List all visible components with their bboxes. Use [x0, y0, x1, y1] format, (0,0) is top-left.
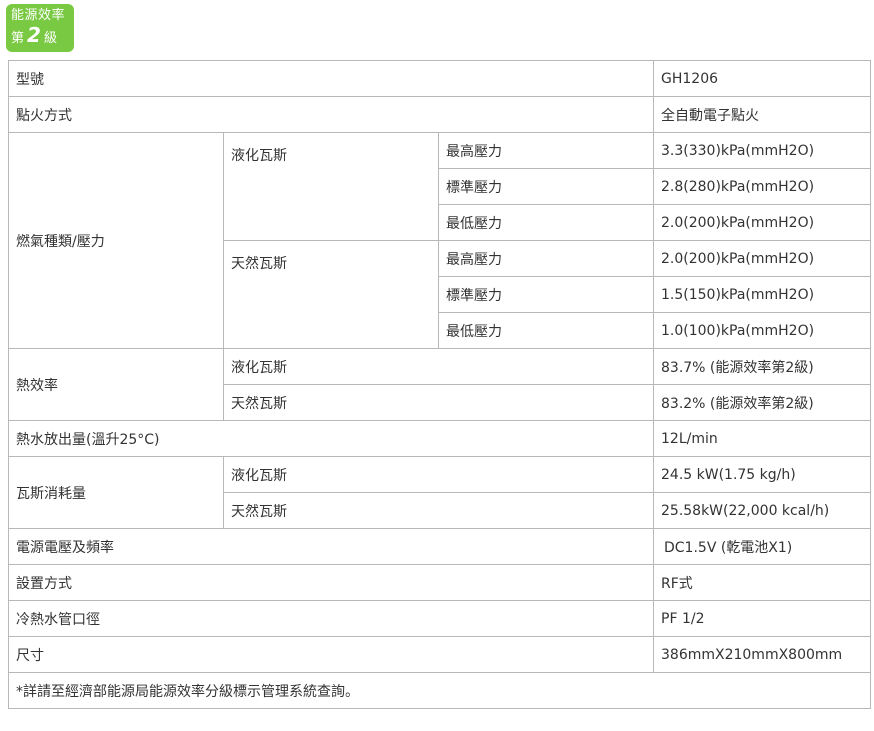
dimensions-value: 386mmX210mmX800mm: [653, 636, 871, 673]
consumption-ng-label: 天然瓦斯: [223, 492, 654, 529]
power-value: DC1.5V (乾電池X1): [653, 528, 871, 565]
ng-pressure-high-label: 最高壓力: [438, 240, 654, 277]
table-row: 尺寸 386mmX210mmX800mm: [8, 636, 871, 673]
badge-prefix: 第: [11, 31, 25, 46]
lpg-pressure-low-label: 最低壓力: [438, 204, 654, 241]
efficiency-label: 熱效率: [8, 348, 224, 421]
table-row: *詳請至經濟部能源局能源效率分級標示管理系統查詢。: [8, 672, 871, 709]
lpg-pressure-low-value: 2.0(200)kPa(mmH2O): [653, 204, 871, 241]
spec-table: 型號 GH1206 點火方式 全自動電子點火 燃氣種類/壓力 液化瓦斯 最高壓力…: [8, 60, 871, 709]
ignition-value: 全自動電子點火: [653, 96, 871, 133]
ng-pressure-std-value: 1.5(150)kPa(mmH2O): [653, 276, 871, 313]
efficiency-lpg-value: 83.7% (能源效率第2級): [653, 348, 871, 385]
pipe-size-value: PF 1/2: [653, 600, 871, 637]
gas-consumption-label: 瓦斯消耗量: [8, 456, 224, 529]
consumption-lpg-label: 液化瓦斯: [223, 456, 654, 493]
lpg-label: 液化瓦斯: [223, 132, 439, 241]
model-value: GH1206: [653, 60, 871, 97]
table-row: 熱水放出量(溫升25°C) 12L/min: [8, 420, 871, 457]
hot-water-label: 熱水放出量(溫升25°C): [8, 420, 654, 457]
ng-pressure-high-value: 2.0(200)kPa(mmH2O): [653, 240, 871, 277]
lpg-pressure-high-label: 最高壓力: [438, 132, 654, 169]
energy-efficiency-badge: 能源效率 第 2 級: [6, 4, 74, 52]
ng-pressure-std-label: 標準壓力: [438, 276, 654, 313]
hot-water-value: 12L/min: [653, 420, 871, 457]
dimensions-label: 尺寸: [8, 636, 654, 673]
footnote: *詳請至經濟部能源局能源效率分級標示管理系統查詢。: [8, 672, 871, 709]
gas-type-pressure-label: 燃氣種類/壓力: [8, 132, 224, 349]
badge-grade-row: 第 2 級: [11, 24, 74, 50]
lpg-pressure-high-value: 3.3(330)kPa(mmH2O): [653, 132, 871, 169]
ng-pressure-low-label: 最低壓力: [438, 312, 654, 349]
install-label: 設置方式: [8, 564, 654, 601]
table-row: 瓦斯消耗量 液化瓦斯 24.5 kW(1.75 kg/h): [8, 456, 871, 529]
table-row: 燃氣種類/壓力 液化瓦斯 最高壓力 3.3(330)kPa(mmH2O): [8, 132, 871, 349]
table-row: 熱效率 液化瓦斯 83.7% (能源效率第2級): [8, 348, 871, 421]
efficiency-ng-value: 83.2% (能源效率第2級): [653, 384, 871, 421]
ng-label: 天然瓦斯: [223, 240, 439, 349]
table-row: 設置方式 RF式: [8, 564, 871, 601]
consumption-ng-value: 25.58kW(22,000 kcal/h): [653, 492, 871, 529]
efficiency-ng-label: 天然瓦斯: [223, 384, 654, 421]
badge-suffix: 級: [43, 31, 57, 46]
power-label: 電源電壓及頻率: [8, 528, 654, 565]
table-row: 點火方式 全自動電子點火: [8, 96, 871, 133]
badge-grade-number: 2: [27, 23, 41, 47]
consumption-lpg-value: 24.5 kW(1.75 kg/h): [653, 456, 871, 493]
ignition-label: 點火方式: [8, 96, 654, 133]
efficiency-lpg-label: 液化瓦斯: [223, 348, 654, 385]
table-row: 電源電壓及頻率 DC1.5V (乾電池X1): [8, 528, 871, 565]
table-row: 冷熱水管口徑 PF 1/2: [8, 600, 871, 637]
model-label: 型號: [8, 60, 654, 97]
install-value: RF式: [653, 564, 871, 601]
pipe-size-label: 冷熱水管口徑: [8, 600, 654, 637]
lpg-pressure-std-label: 標準壓力: [438, 168, 654, 205]
badge-title: 能源效率: [11, 8, 66, 23]
table-row: 型號 GH1206: [8, 60, 871, 97]
ng-pressure-low-value: 1.0(100)kPa(mmH2O): [653, 312, 871, 349]
lpg-pressure-std-value: 2.8(280)kPa(mmH2O): [653, 168, 871, 205]
